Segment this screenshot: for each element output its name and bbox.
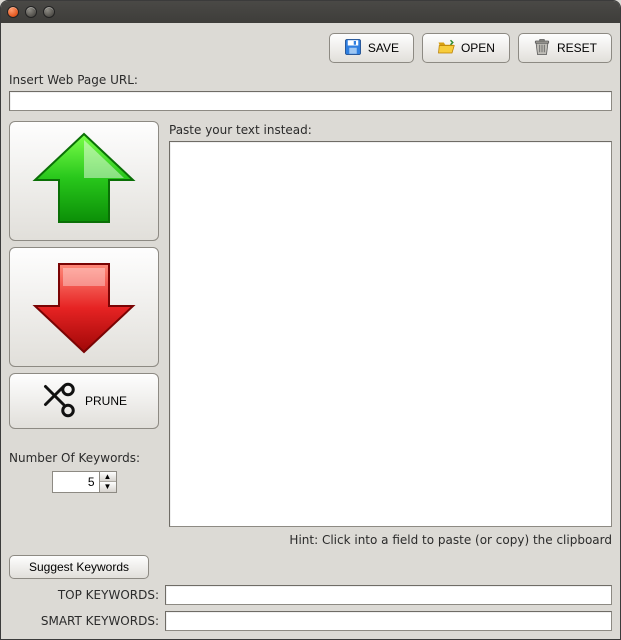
scissors-icon bbox=[41, 382, 77, 421]
right-panel: Paste your text instead: bbox=[169, 121, 612, 527]
save-button[interactable]: SAVE bbox=[329, 33, 414, 63]
close-icon[interactable] bbox=[7, 6, 19, 18]
prune-button[interactable]: PRUNE bbox=[9, 373, 159, 429]
prune-button-label: PRUNE bbox=[85, 394, 127, 408]
open-button[interactable]: OPEN bbox=[422, 33, 510, 63]
num-keywords-spinner: ▲ ▼ bbox=[100, 471, 117, 493]
smart-keywords-input[interactable] bbox=[165, 611, 612, 631]
save-button-label: SAVE bbox=[368, 41, 399, 55]
app-window: SAVE OPEN RESET Insert Web Page URL: bbox=[0, 0, 621, 640]
url-input[interactable] bbox=[9, 91, 612, 111]
num-keywords-input[interactable] bbox=[52, 471, 100, 493]
titlebar bbox=[1, 1, 620, 23]
reset-button[interactable]: RESET bbox=[518, 33, 612, 63]
spin-down-button[interactable]: ▼ bbox=[100, 482, 116, 492]
suggest-keywords-button[interactable]: Suggest Keywords bbox=[9, 555, 149, 579]
folder-open-icon bbox=[437, 38, 455, 59]
top-keywords-label: TOP KEYWORDS: bbox=[9, 588, 159, 602]
down-arrow-button[interactable] bbox=[9, 247, 159, 367]
url-label: Insert Web Page URL: bbox=[9, 73, 612, 87]
floppy-disk-icon bbox=[344, 38, 362, 59]
spin-up-button[interactable]: ▲ bbox=[100, 472, 116, 482]
left-panel: PRUNE Number Of Keywords: ▲ ▼ bbox=[9, 121, 159, 527]
smart-keywords-label: SMART KEYWORDS: bbox=[9, 614, 159, 628]
arrow-up-icon bbox=[29, 130, 139, 233]
hint-text: Hint: Click into a field to paste (or co… bbox=[9, 533, 612, 547]
suggest-keywords-label: Suggest Keywords bbox=[29, 560, 129, 574]
toolbar: SAVE OPEN RESET bbox=[9, 29, 612, 71]
content-area: SAVE OPEN RESET Insert Web Page URL: bbox=[1, 23, 620, 639]
paste-text-input[interactable] bbox=[169, 141, 612, 527]
arrow-down-icon bbox=[29, 256, 139, 359]
trash-icon bbox=[533, 38, 551, 59]
textarea-label: Paste your text instead: bbox=[169, 123, 612, 137]
top-keywords-input[interactable] bbox=[165, 585, 612, 605]
up-arrow-button[interactable] bbox=[9, 121, 159, 241]
num-keywords-label: Number Of Keywords: bbox=[9, 451, 159, 465]
maximize-icon[interactable] bbox=[43, 6, 55, 18]
minimize-icon[interactable] bbox=[25, 6, 37, 18]
open-button-label: OPEN bbox=[461, 41, 495, 55]
reset-button-label: RESET bbox=[557, 41, 597, 55]
